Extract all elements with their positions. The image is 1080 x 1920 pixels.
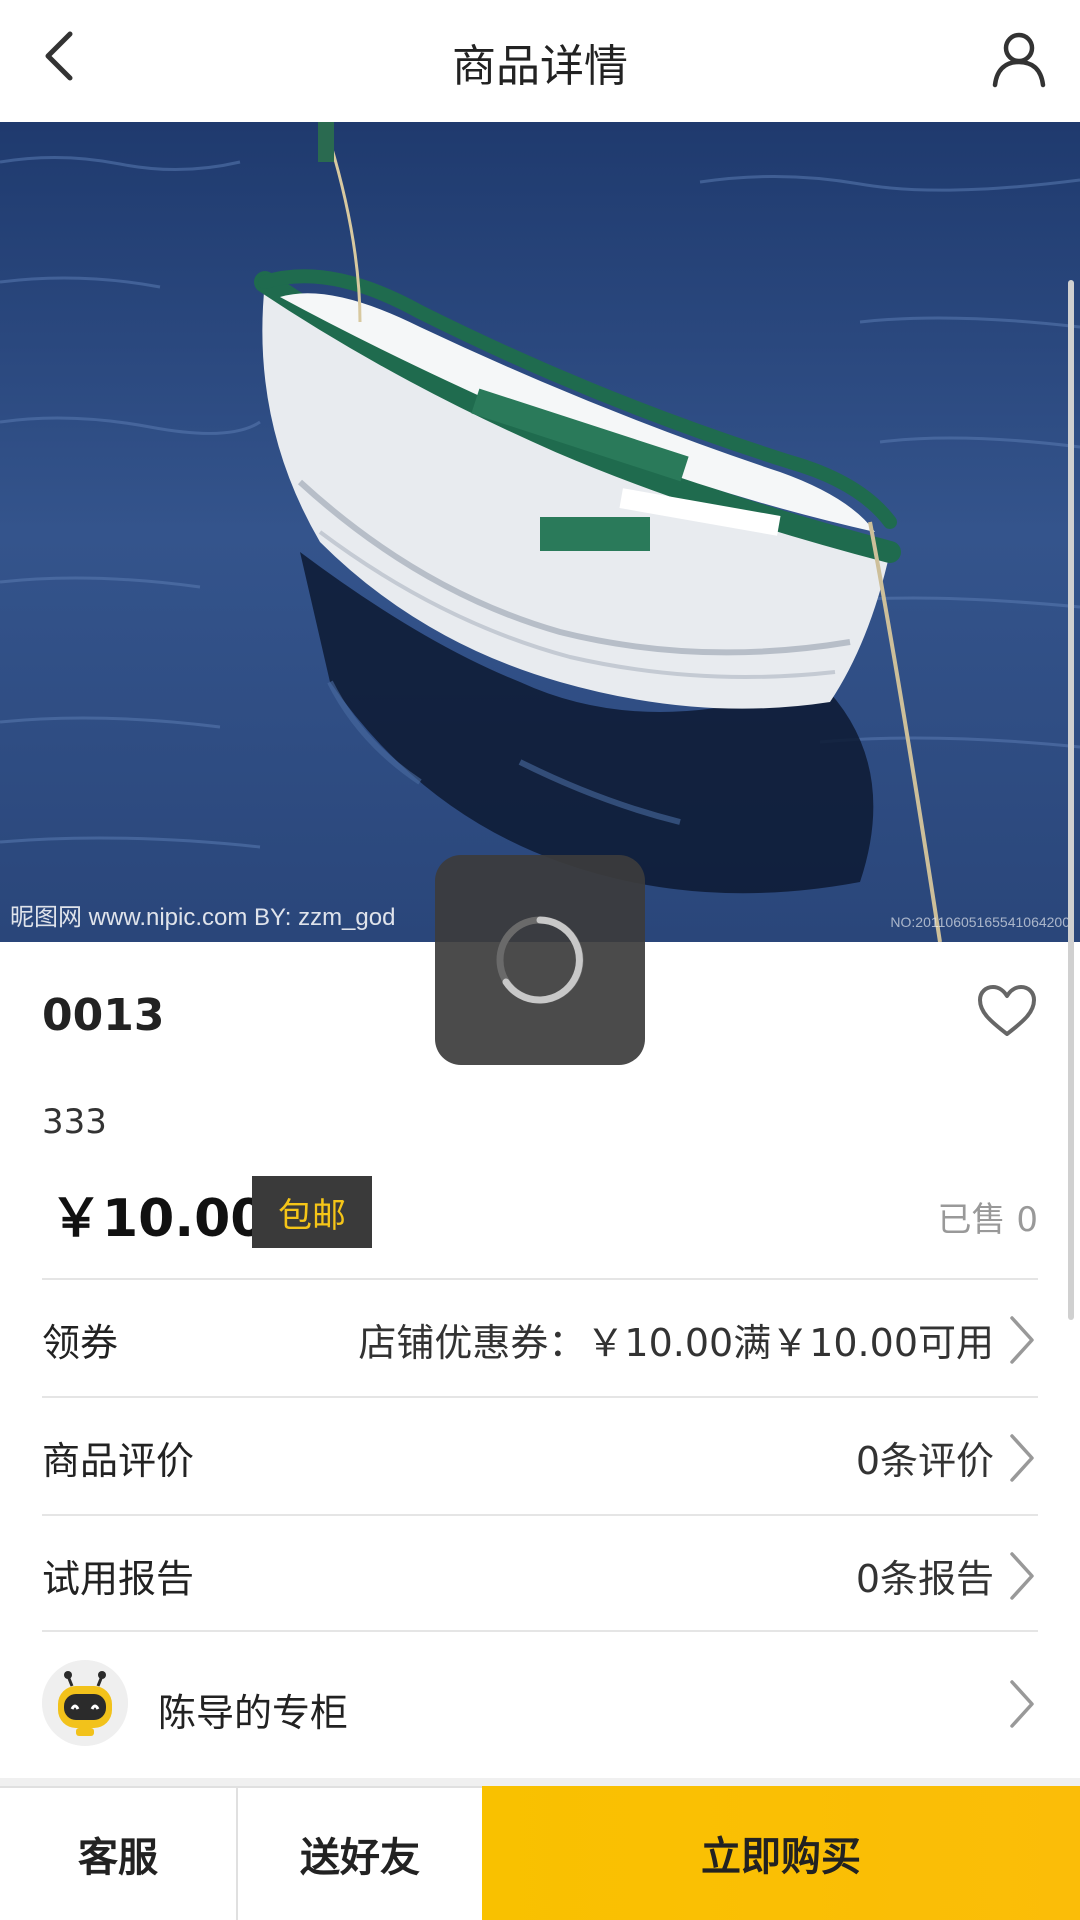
product-price: ￥10.00 xyxy=(50,1189,267,1249)
user-button[interactable] xyxy=(986,26,1052,92)
top-nav-bar: 商品详情 xyxy=(0,0,1080,122)
product-image[interactable]: 昵图网 www.nipic.com BY: zzm_god NO:2011060… xyxy=(0,122,1080,942)
page-title: 商品详情 xyxy=(452,41,628,92)
buy-now-button[interactable]: 立即购买 xyxy=(482,1786,1080,1920)
user-icon xyxy=(992,32,1046,88)
chevron-right-icon xyxy=(1010,1552,1034,1600)
bottom-divider xyxy=(0,1778,1080,1786)
trial-report-label: 试用报告 xyxy=(42,1557,195,1601)
reviews-row[interactable]: 商品评价 0条评价 xyxy=(42,1396,1038,1512)
loading-overlay xyxy=(435,855,645,1065)
reviews-value: 0条评价 xyxy=(855,1439,994,1483)
free-shipping-badge: 包邮 xyxy=(252,1176,372,1248)
watermark-right: NO:20110605165541064200 xyxy=(890,914,1070,930)
chevron-right-icon xyxy=(1010,1316,1034,1364)
trial-report-value: 0条报告 xyxy=(855,1557,994,1601)
chevron-right-icon xyxy=(1010,1434,1034,1482)
coupon-row[interactable]: 领券 店铺优惠券：￥10.00满￥10.00可用 xyxy=(42,1278,1038,1394)
loading-spinner-icon xyxy=(496,916,584,1004)
watermark-left: 昵图网 www.nipic.com BY: zzm_god xyxy=(10,904,396,931)
trial-report-row[interactable]: 试用报告 0条报告 xyxy=(42,1514,1038,1630)
scrollbar[interactable] xyxy=(1068,280,1074,1320)
chevron-right-icon xyxy=(1010,1680,1034,1728)
product-name: 0013 xyxy=(42,990,165,1041)
boat-photo xyxy=(0,122,1080,942)
reviews-label: 商品评价 xyxy=(42,1439,195,1483)
share-to-friend-button[interactable]: 送好友 xyxy=(238,1786,482,1920)
customer-service-button[interactable]: 客服 xyxy=(0,1786,238,1920)
robot-avatar-icon xyxy=(42,1660,128,1746)
bottom-action-bar: 客服 送好友 立即购买 xyxy=(0,1786,1080,1920)
shop-avatar xyxy=(42,1660,128,1746)
coupon-label: 领券 xyxy=(42,1321,119,1365)
coupon-value: 店铺优惠券：￥10.00满￥10.00可用 xyxy=(358,1321,994,1365)
favorite-button[interactable] xyxy=(972,980,1042,1042)
heart-outline-icon xyxy=(978,985,1036,1036)
shop-name: 陈导的专柜 xyxy=(158,1691,349,1735)
product-description: 333 xyxy=(42,1102,107,1142)
sold-count: 已售 0 xyxy=(937,1200,1038,1240)
shop-row[interactable]: 陈导的专柜 xyxy=(42,1630,1038,1778)
